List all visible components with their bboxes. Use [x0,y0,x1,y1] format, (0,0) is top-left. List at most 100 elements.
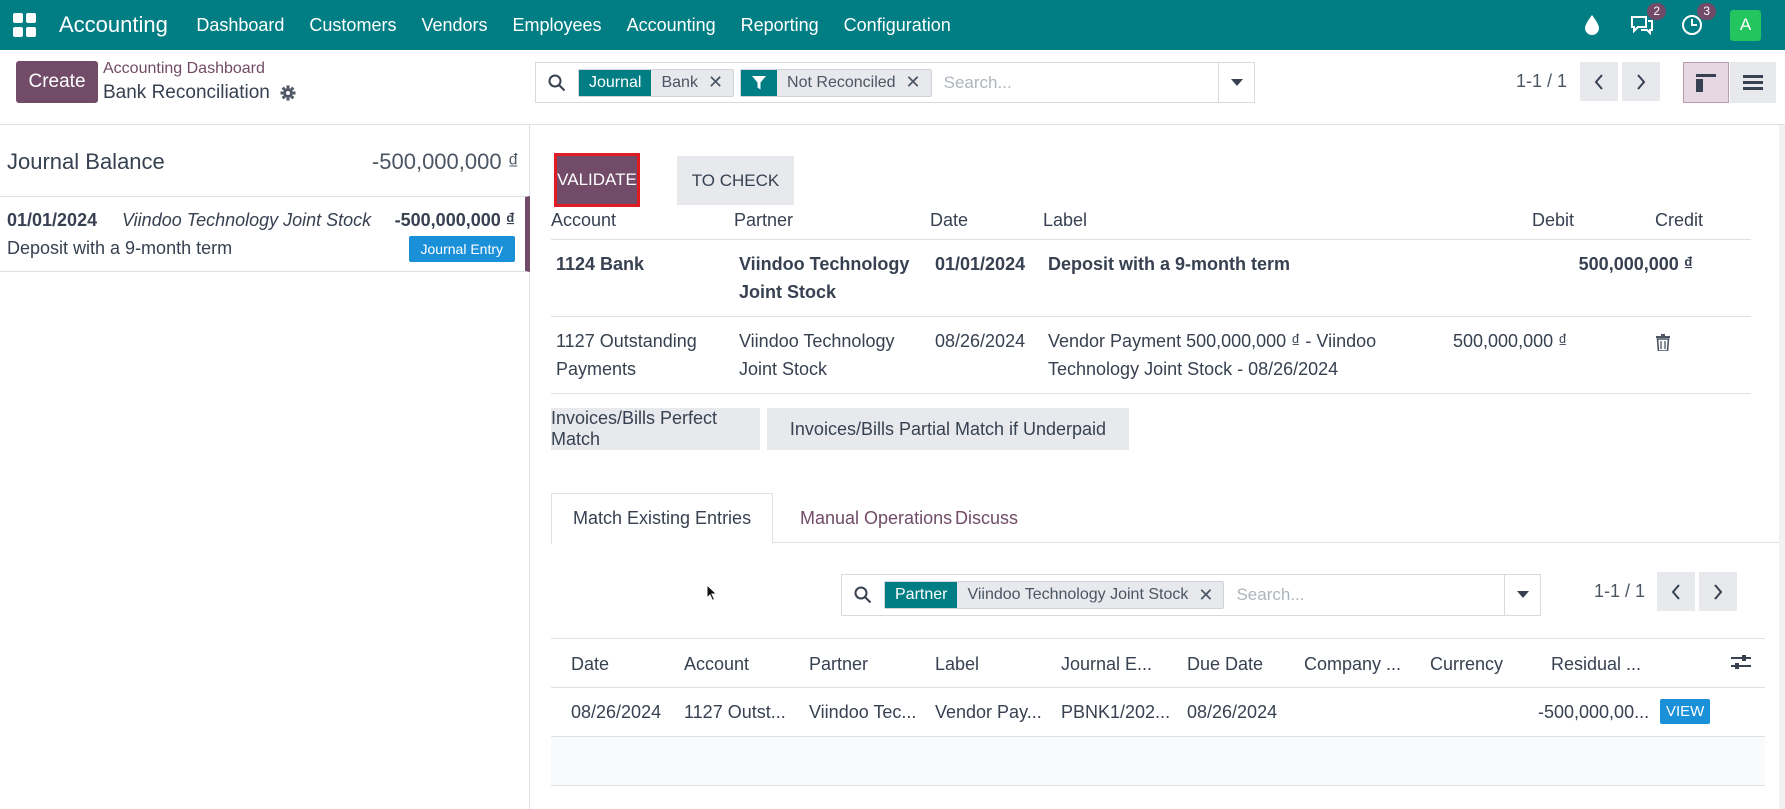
chat-icon[interactable]: 2 [1630,3,1666,37]
pager-value[interactable]: 1-1 / 1 [1516,71,1567,92]
pager-previous-button[interactable] [1580,62,1618,101]
remove-facet-icon[interactable]: ✕ [708,72,723,93]
tab-match-existing-entries[interactable]: Match Existing Entries [551,493,774,544]
col-residual[interactable]: Residual ... [1551,654,1641,675]
menu-item-accounting[interactable]: Accounting [614,15,728,36]
reconciliation-line[interactable]: 1124 Bank Viindoo Technology Joint Stock… [551,240,1751,317]
view-entry-button[interactable]: VIEW [1660,699,1711,724]
create-button[interactable]: Create [16,61,98,103]
search-options-toggle[interactable] [1218,63,1254,102]
facet-label: Partner [885,582,958,608]
menu-item-reporting[interactable]: Reporting [728,15,831,36]
chevron-right-icon [1714,583,1723,600]
facet-value-text: Not Reconciled [787,73,896,91]
activities-badge: 3 [1697,3,1716,20]
list-view-button[interactable] [1730,62,1776,103]
journal-entry-badge[interactable]: Journal Entry [408,236,515,262]
breadcrumb-current: Bank Reconciliation [103,82,296,104]
header-credit: Credit [1655,210,1704,230]
reconciliation-line[interactable]: 1127 Outstanding Payments Viindoo Techno… [551,317,1751,394]
search-input[interactable] [937,63,1218,102]
user-avatar[interactable]: A [1730,9,1761,41]
menu-item-employees[interactable]: Employees [500,15,614,36]
line-label: Vendor Payment 500,000,000 ₫ - Viindoo T… [1048,327,1376,383]
col-journal-entry[interactable]: Journal E... [1061,654,1152,675]
header-date: Date [930,210,969,230]
search-icon [842,586,884,604]
lines-table-header: Account Partner Date Label Debit Credit [551,210,1751,240]
mouse-cursor-icon [706,583,718,607]
menu-item-configuration[interactable]: Configuration [831,15,963,36]
col-due-date[interactable]: Due Date [1187,654,1263,675]
to-check-button[interactable]: TO CHECK [677,156,794,205]
remove-facet-icon[interactable]: ✕ [906,72,921,93]
remove-facet-icon[interactable]: ✕ [1198,585,1213,606]
col-currency[interactable]: Currency [1430,654,1503,675]
trash-icon[interactable] [1656,331,1674,352]
statement-line[interactable]: 01/01/2024 Viindoo Technology Joint Stoc… [0,196,530,272]
reconciliation-lines-table: Account Partner Date Label Debit Credit … [551,210,1751,394]
facet-value: Bank ✕ [651,70,733,96]
list-icon [1743,74,1763,90]
optional-columns-icon[interactable] [1731,654,1751,672]
line-partner-part: Viindoo Technology [739,254,910,274]
col-partner[interactable]: Partner [809,654,868,675]
cell-due-date: 08/26/2024 [1187,702,1278,722]
line-label-part: Technology Joint Stock - 08/26/2024 [1048,359,1339,379]
page-title: Bank Reconciliation [103,82,270,103]
header-account: Account [551,210,617,230]
scrollbar[interactable] [1779,125,1785,809]
menu-item-customers[interactable]: Customers [297,15,409,36]
caret-down-icon [1516,591,1529,598]
apps-menu-icon[interactable] [13,13,37,37]
tabs: Match Existing Entries Manual Operations… [551,493,1785,544]
cell-account: 1127 Outst... [684,702,786,722]
gear-icon[interactable] [280,85,296,101]
facet-value-text: Viindoo Technology Joint Stock [967,586,1189,603]
line-date: 08/26/2024 [935,331,1026,351]
col-label[interactable]: Label [935,654,979,675]
entries-pager-previous-button[interactable] [1657,572,1695,611]
tab-discuss[interactable]: Discuss [934,493,1039,543]
perfect-match-button[interactable]: Invoices/Bills Perfect Match [551,408,760,450]
table-row[interactable]: 08/26/2024 1127 Outst... Viindoo Tec... … [551,688,1765,737]
filter-icon [741,69,778,96]
facet-value: Viindoo Technology Joint Stock ✕ [957,582,1223,608]
col-company[interactable]: Company ... [1304,654,1401,675]
col-account[interactable]: Account [684,654,749,675]
app-brand[interactable]: Accounting [59,12,168,38]
search-bar: Journal Bank ✕ Not Reconciled ✕ [535,62,1255,103]
entries-pager-next-button[interactable] [1699,572,1737,611]
cell-residual: -500,000,00... [1538,702,1650,722]
entries-search-bar: Partner Viindoo Technology Joint Stock ✕ [841,574,1541,616]
top-navbar: Accounting Dashboard Customers Vendors E… [0,0,1785,50]
header-partner: Partner [734,210,794,230]
line-partner: Viindoo Technology Joint Stock [739,250,909,306]
pager-next-button[interactable] [1622,62,1660,101]
line-account: 1127 Outstanding Payments [556,327,697,383]
breadcrumb-parent-link[interactable]: Accounting Dashboard [103,60,265,78]
entries-search-options-toggle[interactable] [1504,575,1540,615]
entries-pager-value[interactable]: 1-1 / 1 [1594,581,1645,602]
search-icon [536,74,578,92]
entries-search-input[interactable] [1230,575,1504,615]
cell-label: Vendor Pay... [935,702,1042,722]
validate-button[interactable]: VALIDATE [554,153,640,207]
header-debit: Debit [1532,210,1575,230]
line-account-part: 1127 Outstanding [556,331,697,351]
line-account-part: Payments [556,359,637,379]
navbar-systray: 2 3 A [1580,0,1785,50]
kanban-view-button[interactable] [1683,62,1729,103]
entries-table-header: Date Account Partner Label Journal E... … [551,638,1765,688]
menu-item-dashboard[interactable]: Dashboard [184,15,297,36]
empty-row [551,737,1765,786]
line-account: 1124 Bank [556,254,645,274]
col-date[interactable]: Date [571,654,609,675]
chevron-left-icon [1671,583,1680,600]
drop-icon[interactable] [1580,13,1604,37]
partial-match-button[interactable]: Invoices/Bills Partial Match if Underpai… [767,408,1129,450]
chevron-right-icon [1637,73,1646,90]
menu-item-vendors[interactable]: Vendors [409,15,500,36]
facet-filter: Not Reconciled ✕ [740,68,932,97]
clock-icon[interactable]: 3 [1680,3,1716,37]
